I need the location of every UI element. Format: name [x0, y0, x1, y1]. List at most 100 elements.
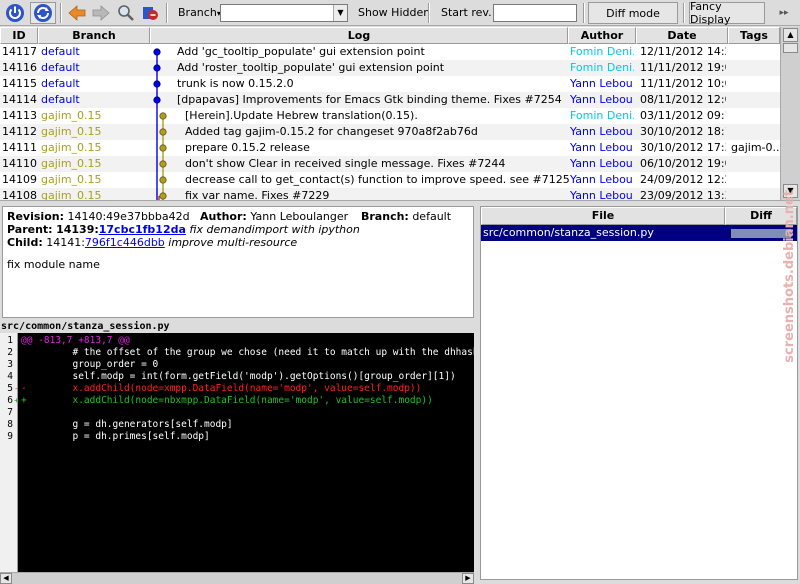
cell-author: Yann Lebou... — [570, 77, 634, 90]
revision-table-scrollbar[interactable]: ▲ ▼ — [780, 27, 800, 200]
column-header-tags[interactable]: Tags — [728, 27, 780, 44]
watermark-text: screenshots.debian.net — [782, 190, 797, 363]
cell-log: Add 'roster_tooltip_populate' gui extens… — [177, 61, 445, 74]
graph-node[interactable] — [159, 160, 167, 168]
cell-date: 30/10/2012 18:15 — [640, 125, 726, 138]
file-row-selected[interactable]: src/common/stanza_session.py — [481, 225, 797, 241]
child-hash-link[interactable]: 796f1c446dbb — [85, 236, 165, 249]
power-icon — [6, 4, 24, 22]
graph-node[interactable] — [159, 112, 167, 120]
cell-log: Add 'gc_tooltip_populate' gui extension … — [177, 45, 425, 58]
cell-author: Yann Lebou... — [570, 125, 634, 138]
scroll-up-icon[interactable]: ▲ — [783, 28, 798, 42]
search-icon — [118, 5, 134, 21]
cell-log: don't show Clear in received single mess… — [185, 157, 506, 170]
start-rev-input[interactable] — [493, 4, 577, 22]
cell-log: trunk is now 0.15.2.0 — [177, 77, 294, 90]
cell-log: [Herein].Update Hebrew translation(0.15)… — [185, 109, 418, 122]
graph-node[interactable] — [153, 80, 161, 88]
fancy-display-toggle[interactable]: Fancy Display — [689, 0, 765, 26]
diff-line: - x.addChild(node=xmpp.DataField(name='m… — [21, 383, 422, 394]
column-header-author[interactable]: Author — [568, 27, 636, 44]
parent-line: Parent: 14139:17cbc1fb12da fix demandimp… — [7, 223, 360, 236]
revision-graph — [153, 48, 167, 200]
author-line: Author: Yann Leboulanger — [200, 210, 349, 223]
fancy-display-label: Fancy Display — [690, 0, 731, 26]
branch-combo[interactable]: ▼ — [220, 4, 348, 22]
diff-line: p = dh.primes[self.modp] — [21, 431, 210, 442]
refresh-button[interactable] — [30, 2, 56, 24]
forward-button[interactable] — [90, 2, 112, 24]
diff-file-title: src/common/stanza_session.py — [1, 321, 170, 332]
line-number: 1 — [7, 335, 13, 346]
graph-node[interactable] — [159, 144, 167, 152]
graph-node[interactable] — [159, 176, 167, 184]
line-number: 2 — [7, 347, 13, 358]
column-header-date[interactable]: Date — [636, 27, 728, 44]
power-button[interactable] — [3, 2, 27, 24]
line-number-gutter: 1 2 3 4 5-6 +7 8 9 — [0, 333, 19, 572]
diff-viewer[interactable]: 1 2 3 4 5-6 +7 8 9 @@ -813,7 +813,7 @@ # the of… — [0, 333, 474, 572]
search-button[interactable] — [115, 2, 137, 24]
diff-horizontal-scrollbar[interactable]: ◀ ▶ — [0, 572, 474, 584]
cell-author: Fomin Deni... — [570, 61, 634, 74]
diff-line: g = dh.generators[self.modp] — [21, 419, 233, 430]
toolbar-overflow-icon: ▸▸ — [779, 8, 789, 18]
line-number: 5 — [7, 383, 13, 394]
graph-node[interactable] — [159, 192, 167, 200]
change-marker — [14, 419, 18, 431]
cell-date: 06/10/2012 19:06 — [640, 157, 726, 170]
diff-line: group_order = 0 — [21, 359, 159, 370]
cell-date: 11/11/2012 19:03 — [640, 61, 726, 74]
line-number: 8 — [7, 419, 13, 430]
graph-node[interactable] — [153, 64, 161, 72]
scroll-right-icon[interactable]: ▶ — [462, 573, 474, 584]
arrow-left-icon — [68, 5, 86, 21]
toolbar: Branch▾ ▼ Show Hidden Start rev. Diff mo… — [0, 0, 800, 26]
change-marker — [14, 359, 18, 371]
revision-table: ID Branch Log Author Date Tags 14117 defa… — [0, 27, 780, 200]
diff-line: # the offset of the group we chose (need… — [21, 347, 474, 358]
toolbar-more-button[interactable]: ▸▸ — [770, 6, 798, 20]
revision-line: Revision: 14140:49e37bbba42d — [7, 210, 190, 223]
cell-date: 23/09/2012 13:34 — [640, 189, 726, 200]
filter-button[interactable] — [139, 2, 161, 24]
watermark: screenshots.debian.net — [780, 190, 800, 420]
back-button[interactable] — [66, 2, 88, 24]
cell-date: 30/10/2012 17:31 — [640, 141, 726, 154]
filter-icon — [143, 7, 158, 20]
show-hidden-button[interactable]: Show Hidden — [358, 6, 430, 19]
scrollbar-thumb[interactable] — [783, 43, 798, 53]
diff-mode-label: Diff mode — [606, 6, 660, 20]
column-header-branch[interactable]: Branch — [38, 27, 150, 44]
change-marker — [14, 335, 18, 347]
cell-date: 08/11/2012 12:09 — [640, 93, 726, 106]
child-line: Child: 14141:796f1c446dbb improve multi-… — [7, 236, 298, 249]
graph-node[interactable] — [159, 128, 167, 136]
change-marker — [14, 407, 18, 419]
cell-author: Fomin Deni... — [570, 109, 634, 122]
chevron-down-icon: ▼ — [333, 5, 347, 21]
file-name: src/common/stanza_session.py — [483, 226, 654, 239]
cell-log: prepare 0.15.2 release — [185, 141, 310, 154]
revision-table-header: ID Branch Log Author Date Tags — [0, 27, 780, 44]
column-header-id[interactable]: ID — [0, 27, 38, 44]
column-header-file[interactable]: File — [481, 207, 725, 225]
scroll-left-icon[interactable]: ◀ — [0, 573, 12, 584]
arrow-right-icon — [92, 5, 110, 21]
graph-node[interactable] — [153, 96, 161, 104]
change-marker — [14, 431, 18, 443]
line-number: 6 — [7, 395, 13, 406]
change-marker: - — [14, 384, 19, 393]
graph-node[interactable] — [153, 48, 161, 56]
diff-mode-toggle[interactable]: Diff mode — [588, 2, 678, 24]
commit-message: fix module name — [7, 258, 100, 271]
line-number: 3 — [7, 359, 13, 370]
revision-info-pane: Revision: 14140:49e37bbba42d Author: Yan… — [2, 206, 474, 318]
column-header-log[interactable]: Log — [150, 27, 568, 44]
cell-author: Yann Lebou... — [570, 189, 634, 200]
cell-log: Added tag gajim-0.15.2 for changeset 970… — [185, 125, 478, 138]
parent-hash-link[interactable]: 17cbc1fb12da — [99, 223, 186, 236]
cell-log: [dpapavas] Improvements for Emacs Gtk bi… — [177, 93, 562, 106]
line-number: 7 — [7, 407, 13, 418]
